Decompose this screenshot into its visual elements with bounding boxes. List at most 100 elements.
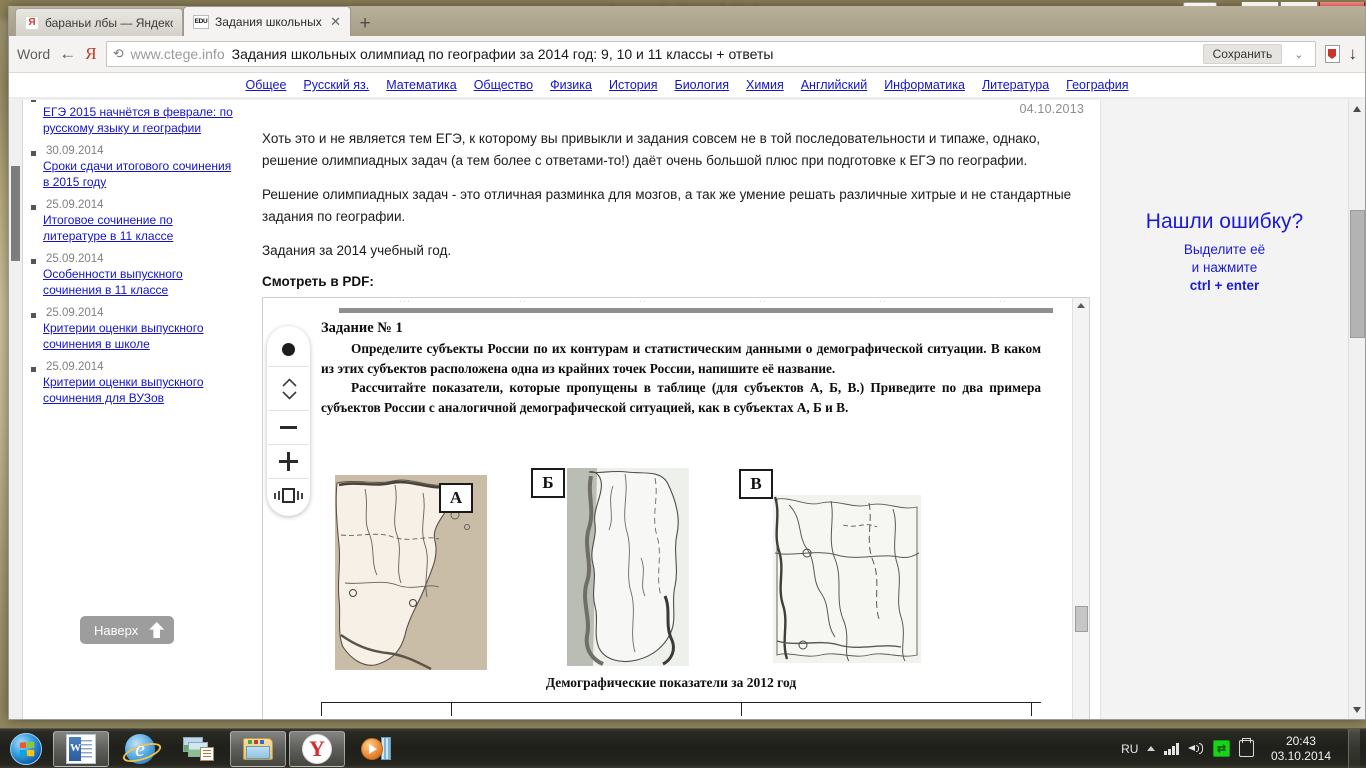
close-icon[interactable]: ✕: [330, 14, 341, 30]
bullet-icon: [31, 367, 36, 372]
taskbar-explorer[interactable]: [230, 730, 286, 767]
list-item[interactable]: 25.09.2014 Критерии оценки выпускного со…: [31, 307, 239, 352]
fit-width-tool[interactable]: [268, 478, 309, 512]
yandex-home-icon[interactable]: Я: [85, 44, 96, 64]
chevron-up-icon[interactable]: [282, 378, 297, 387]
news-link[interactable]: Итоговое сочинение по литературе в 11 кл…: [43, 212, 239, 244]
chevron-down-icon[interactable]: ⌄: [1289, 48, 1308, 61]
system-tray: RU ⇄ 20:43 03.10.2014: [1121, 728, 1366, 768]
url-host: www.ctege.info: [130, 46, 225, 62]
report-error-box[interactable]: Нашли ошибку? Выделите её и нажмите ctrl…: [1101, 210, 1348, 293]
page-up-down-tool[interactable]: [268, 366, 309, 410]
address-input[interactable]: ⟳ www.ctege.info Задания школьных олимпи…: [105, 41, 1316, 67]
nav-item-english[interactable]: Английский: [801, 78, 867, 92]
flash-update-icon[interactable]: [1238, 738, 1254, 757]
taskbar-media[interactable]: [348, 731, 404, 767]
pointer-dot-tool[interactable]: [268, 332, 309, 366]
save-button[interactable]: Сохранить: [1202, 44, 1283, 64]
tab-yandex-search[interactable]: Я бараньи лбы — Яндекс: [15, 8, 183, 36]
clock[interactable]: 20:43 03.10.2014: [1263, 734, 1339, 764]
taskbar-ie[interactable]: [112, 731, 168, 767]
clock-date: 03.10.2014: [1270, 748, 1331, 763]
map-label-v: В: [739, 469, 773, 499]
news-link[interactable]: Критерии оценки выпускного сочинения в ш…: [43, 320, 239, 352]
nav-item-math[interactable]: Математика: [386, 78, 456, 92]
pdf-viewer-embed[interactable]: · · · · · · · · · · · · · Задание № 1 Оп…: [262, 297, 1090, 719]
nav-item-physics[interactable]: Физика: [550, 78, 592, 92]
scroll-down-arrow-icon[interactable]: [1353, 707, 1361, 713]
left-edge-scrollbar[interactable]: [9, 100, 23, 719]
nav-item-informatics[interactable]: Информатика: [884, 78, 965, 92]
site-navigation: Общее Русский яз. Математика Общество Фи…: [9, 73, 1365, 99]
news-date: 25.09.2014: [46, 361, 104, 373]
back-button[interactable]: ←: [59, 44, 76, 64]
nav-item-russian[interactable]: Русский яз.: [303, 78, 369, 92]
report-error-line-1: Выделите её: [1183, 242, 1266, 257]
page-scrollbar-thumb[interactable]: [1350, 210, 1365, 338]
pdf-file-icon[interactable]: [1324, 45, 1340, 63]
list-item[interactable]: 30.09.2014 Сроки сдачи итогового сочинен…: [31, 145, 239, 190]
pdf-table-caption: Демографические показатели за 2012 год: [545, 675, 797, 690]
page-scrollbar[interactable]: [1348, 100, 1365, 719]
zoom-in-tool[interactable]: [268, 444, 309, 478]
news-date: 25.09.2014: [46, 199, 104, 211]
bullet-icon: [31, 313, 36, 318]
list-item[interactable]: 30.09.2014 ЕГЭ 2015 начнётся в феврале: …: [31, 100, 239, 136]
tab-title: Задания школьных о.: [215, 14, 325, 29]
new-tab-button[interactable]: +: [351, 12, 379, 36]
pdf-ruler: [339, 308, 1053, 313]
speaker-icon[interactable]: [1187, 742, 1204, 755]
language-indicator[interactable]: RU: [1121, 742, 1138, 756]
arrow-up-icon: [149, 622, 165, 638]
tab-ctege-olympiad[interactable]: EDU Задания школьных о. ✕: [183, 6, 351, 36]
nav-item-society[interactable]: Общество: [474, 78, 533, 92]
list-item[interactable]: 25.09.2014 Критерии оценки выпускного со…: [31, 361, 239, 406]
report-error-title: Нашли ошибку?: [1145, 210, 1304, 233]
word-button[interactable]: Word: [17, 46, 50, 62]
nav-item-biology[interactable]: Биология: [674, 78, 729, 92]
news-link[interactable]: ЕГЭ 2015 начнётся в феврале: по русскому…: [43, 104, 239, 136]
download-icon[interactable]: ↓: [1349, 44, 1358, 64]
news-link[interactable]: Особенности выпускного сочинения в 11 кл…: [43, 266, 239, 298]
pdf-scrollbar[interactable]: [1072, 298, 1089, 719]
report-error-shortcut: ctrl + enter: [1189, 278, 1260, 293]
article-paragraph-3: Задания за 2014 учебный год.: [262, 243, 452, 258]
windows-start-orb-icon: [10, 732, 42, 765]
list-item[interactable]: 25.09.2014 Итоговое сочинение по литерат…: [31, 199, 239, 244]
sidebar-news: 30.09.2014 ЕГЭ 2015 начнётся в феврале: …: [23, 100, 247, 719]
list-item[interactable]: 25.09.2014 Особенности выпускного сочине…: [31, 253, 239, 298]
scrollbar-thumb[interactable]: [11, 166, 20, 261]
map-label-b: Б: [531, 468, 565, 498]
reload-icon[interactable]: ⟳: [113, 46, 124, 62]
edu-favicon: EDU: [193, 14, 209, 29]
pdf-paragraph-2: Рассчитайте показатели, которые пропущен…: [321, 380, 1041, 415]
nav-item-history[interactable]: История: [609, 78, 657, 92]
zoom-out-tool[interactable]: [268, 410, 309, 444]
show-desktop-button[interactable]: [1348, 728, 1360, 768]
scroll-to-top-button[interactable]: Наверх: [80, 616, 175, 644]
news-date: 30.09.2014: [46, 145, 104, 157]
nav-item-literature[interactable]: Литература: [982, 78, 1049, 92]
show-hidden-icons-icon[interactable]: [1147, 746, 1156, 751]
signal-bars-icon[interactable]: [1164, 742, 1179, 755]
taskbar-yandex[interactable]: Y: [289, 730, 345, 767]
scroll-up-arrow-icon[interactable]: [1353, 106, 1361, 112]
nav-item-chemistry[interactable]: Химия: [746, 78, 784, 92]
news-date: 25.09.2014: [46, 307, 104, 319]
pdf-scrollbar-thumb[interactable]: [1075, 606, 1088, 632]
minus-icon: [280, 426, 297, 429]
taskbar-photos[interactable]: [171, 731, 227, 767]
page-viewport: 30.09.2014 ЕГЭ 2015 начнётся в феврале: …: [9, 100, 1365, 719]
network-green-icon[interactable]: ⇄: [1212, 740, 1230, 757]
bullet-icon: [31, 205, 36, 210]
map-contour-v: [773, 495, 921, 663]
nav-item-geography[interactable]: География: [1066, 78, 1128, 92]
nav-item-obshchee[interactable]: Общее: [245, 78, 286, 92]
chevron-down-icon[interactable]: [282, 391, 297, 400]
start-button[interactable]: [2, 730, 50, 768]
taskbar-word[interactable]: W: [53, 730, 109, 767]
news-link[interactable]: Критерии оценки выпускного сочинения для…: [43, 374, 239, 406]
address-bar-row: Word ← Я ⟳ www.ctege.info Задания школьн…: [9, 36, 1365, 73]
scroll-up-arrow-icon[interactable]: [1077, 303, 1085, 308]
news-link[interactable]: Сроки сдачи итогового сочинения в 2015 г…: [43, 158, 239, 190]
